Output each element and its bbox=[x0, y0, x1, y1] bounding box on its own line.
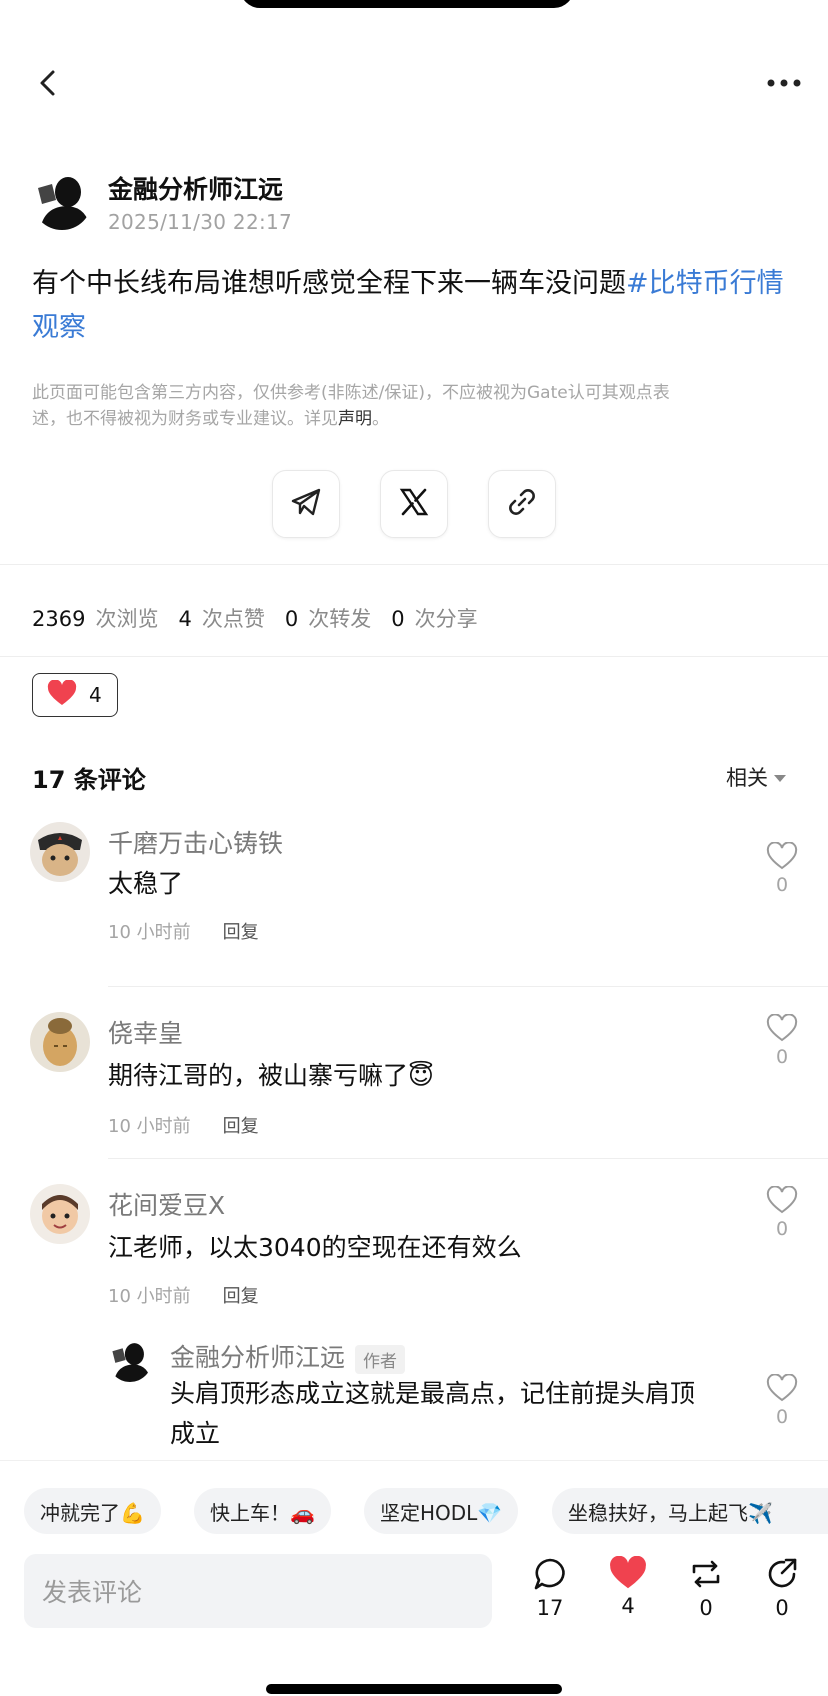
comment-meta: 10 小时前 回复 bbox=[108, 1282, 259, 1308]
post-text-content: 有个中长线布局谁想听感觉全程下来一辆车没问题 bbox=[32, 268, 626, 299]
likes-label: 次点赞 bbox=[201, 607, 265, 631]
divider bbox=[108, 1158, 828, 1159]
disclaimer-link[interactable]: 声明 bbox=[338, 409, 372, 429]
post-stats: 2369 次浏览 4 次点赞 0 次转发 0 次分享 bbox=[32, 603, 498, 633]
author-tag: 作者 bbox=[355, 1344, 406, 1374]
share-action-count: 0 bbox=[775, 1596, 789, 1620]
comments-title: 17 条评论 bbox=[32, 766, 146, 794]
commenter-name[interactable]: 花间爱豆X bbox=[108, 1186, 225, 1222]
share-action-button[interactable]: 0 bbox=[752, 1556, 812, 1620]
disclaimer: 此页面可能包含第三方内容，仅供参考(非陈述/保证)，不应被视为Gate认可其观点… bbox=[32, 380, 792, 432]
sort-dropdown[interactable]: 相关 bbox=[726, 762, 786, 792]
reply-text-line-2: 成立 bbox=[170, 1419, 221, 1448]
sort-label: 相关 bbox=[726, 766, 768, 790]
heart-icon bbox=[598, 1556, 658, 1590]
disclaimer-end: 。 bbox=[372, 409, 389, 429]
commenter-avatar[interactable] bbox=[30, 822, 90, 882]
reply-author-name[interactable]: 金融分析师江远 作者 bbox=[170, 1338, 406, 1374]
divider bbox=[0, 656, 828, 657]
comment-meta: 10 小时前 回复 bbox=[108, 1112, 259, 1138]
divider bbox=[0, 564, 828, 565]
comment-text: 江老师，以太3040的空现在还有效么 bbox=[108, 1233, 522, 1262]
comment-time: 10 小时前 bbox=[108, 1116, 191, 1137]
reposts-label: 次转发 bbox=[308, 607, 372, 631]
reply-text: 头肩顶形态成立这就是最高点，记住前提头肩顶 成立 bbox=[170, 1374, 770, 1454]
reaction-count: 4 bbox=[89, 683, 102, 707]
like-action-count: 4 bbox=[621, 1594, 635, 1618]
quick-reply-chip[interactable]: 冲就完了💪 bbox=[24, 1488, 161, 1534]
comment-text: 太稳了 bbox=[108, 869, 184, 898]
share-x-button[interactable] bbox=[380, 470, 448, 538]
quick-reply-chip[interactable]: 坚定HODL💎 bbox=[364, 1488, 519, 1534]
disclaimer-line-2: 述，也不得被视为财务或专业建议。详见 bbox=[32, 409, 338, 429]
quick-reply-chip[interactable]: 快上车！🚗 bbox=[194, 1488, 331, 1534]
comment-like-button[interactable]: 0 bbox=[762, 1014, 802, 1068]
comments-action-count: 17 bbox=[536, 1596, 564, 1620]
device-notch bbox=[240, 0, 574, 8]
comments-action-button[interactable]: 17 bbox=[520, 1556, 580, 1620]
comment-like-button[interactable]: 0 bbox=[762, 1186, 802, 1240]
post-time: 2025/11/30 22:17 bbox=[108, 210, 293, 234]
shares-label: 次分享 bbox=[414, 607, 478, 631]
commenter-avatar[interactable] bbox=[30, 1012, 90, 1072]
reply-like-count: 0 bbox=[775, 1406, 789, 1428]
commenter-name[interactable]: 千磨万击心铸铁 bbox=[108, 824, 283, 860]
reply-button[interactable]: 回复 bbox=[223, 1282, 259, 1308]
home-indicator bbox=[266, 1684, 562, 1694]
repost-action-button[interactable]: 0 bbox=[676, 1556, 736, 1620]
heart-outline-icon bbox=[762, 1374, 802, 1402]
likes-count: 4 bbox=[178, 607, 192, 631]
heart-outline-icon bbox=[762, 1186, 802, 1214]
comment-text: 期待江哥的，被山寨亏嘛了😇 bbox=[108, 1061, 435, 1090]
share-icon bbox=[752, 1556, 812, 1592]
post-text: 有个中长线布局谁想听感觉全程下来一辆车没问题#比特币行情观察 bbox=[32, 262, 802, 350]
copy-link-button[interactable] bbox=[488, 470, 556, 538]
comment-input[interactable]: 发表评论 bbox=[24, 1554, 492, 1628]
reposts-count: 0 bbox=[284, 607, 299, 631]
reply-button[interactable]: 回复 bbox=[223, 918, 259, 944]
share-telegram-button[interactable] bbox=[272, 470, 340, 538]
repost-icon bbox=[676, 1556, 736, 1592]
reply-text-line-1: 头肩顶形态成立这就是最高点，记住前提头肩顶 bbox=[170, 1379, 696, 1408]
chevron-left-icon[interactable] bbox=[34, 68, 64, 98]
disclaimer-line-1: 此页面可能包含第三方内容，仅供参考(非陈述/保证)，不应被视为Gate认可其观点… bbox=[32, 383, 670, 403]
comment-bubble-icon bbox=[520, 1556, 580, 1592]
reply-author-name-text: 金融分析师江远 bbox=[170, 1343, 346, 1372]
link-icon bbox=[505, 485, 539, 523]
heart-icon bbox=[47, 678, 77, 711]
comment-like-button[interactable]: 0 bbox=[762, 842, 802, 896]
telegram-icon bbox=[289, 485, 323, 523]
comment-like-count: 0 bbox=[775, 1046, 789, 1068]
views-count: 2369 bbox=[32, 607, 86, 631]
commenter-avatar[interactable] bbox=[30, 1184, 90, 1244]
caret-down-icon bbox=[774, 774, 786, 782]
reply-author-avatar[interactable] bbox=[108, 1338, 152, 1382]
comment-like-count: 0 bbox=[775, 874, 789, 896]
author-name[interactable]: 金融分析师江远 bbox=[108, 170, 283, 206]
comment-time: 10 小时前 bbox=[108, 922, 191, 943]
views-label: 次浏览 bbox=[95, 607, 159, 631]
quick-reply-chip[interactable]: 坐稳扶好，马上起飞✈️ bbox=[552, 1488, 828, 1534]
reply-like-button[interactable]: 0 bbox=[762, 1374, 802, 1428]
like-action-button[interactable]: 4 bbox=[598, 1556, 658, 1618]
heart-outline-icon bbox=[762, 1014, 802, 1042]
comment-like-count: 0 bbox=[775, 1218, 789, 1240]
reaction-like-button[interactable]: 4 bbox=[32, 673, 118, 717]
comment-time: 10 小时前 bbox=[108, 1286, 191, 1307]
more-horizontal-icon[interactable] bbox=[766, 70, 802, 96]
shares-count: 0 bbox=[391, 607, 405, 631]
commenter-name[interactable]: 侥幸皇 bbox=[108, 1014, 183, 1050]
comment-meta: 10 小时前 回复 bbox=[108, 918, 259, 944]
author-avatar[interactable] bbox=[32, 170, 92, 230]
repost-action-count: 0 bbox=[699, 1596, 713, 1620]
divider bbox=[108, 986, 828, 987]
x-icon bbox=[399, 487, 429, 521]
heart-outline-icon bbox=[762, 842, 802, 870]
reply-button[interactable]: 回复 bbox=[223, 1112, 259, 1138]
